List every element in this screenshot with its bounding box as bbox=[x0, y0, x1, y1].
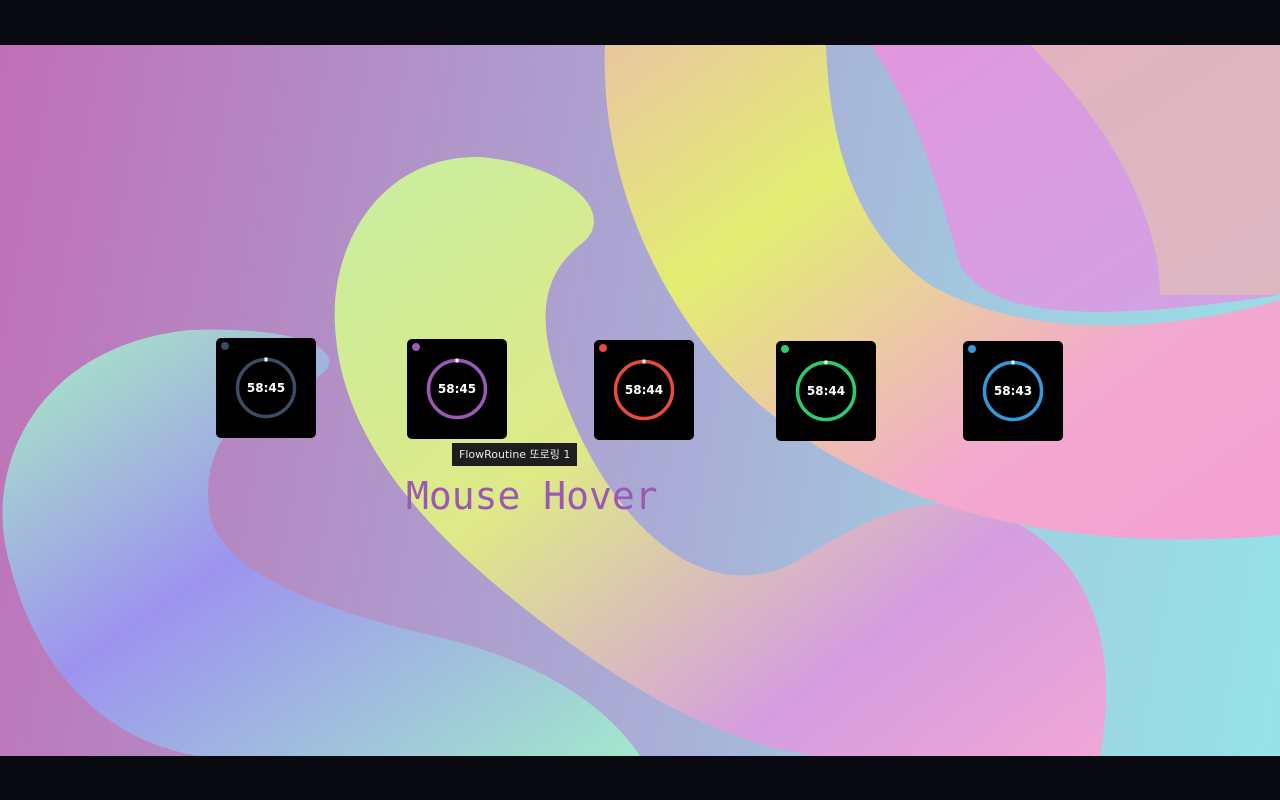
letterbox-bottom bbox=[0, 756, 1280, 800]
timer-widget-3[interactable]: 58:44 bbox=[594, 340, 694, 440]
letterbox-top bbox=[0, 0, 1280, 45]
timer-time: 58:44 bbox=[806, 384, 846, 398]
hover-tooltip: FlowRoutine 또로링 1 bbox=[452, 443, 578, 466]
timer-time: 58:43 bbox=[993, 384, 1033, 398]
timer-widget-5[interactable]: 58:43 bbox=[963, 341, 1063, 441]
caption-label: Mouse Hover bbox=[406, 474, 658, 518]
timer-widget-1[interactable]: 58:45 bbox=[216, 338, 316, 438]
timer-time: 58:45 bbox=[246, 381, 286, 395]
timer-widget-2[interactable]: 58:45 bbox=[407, 339, 507, 439]
timer-time: 58:44 bbox=[624, 383, 664, 397]
timer-time: 58:45 bbox=[437, 382, 477, 396]
timer-widget-4[interactable]: 58:44 bbox=[776, 341, 876, 441]
